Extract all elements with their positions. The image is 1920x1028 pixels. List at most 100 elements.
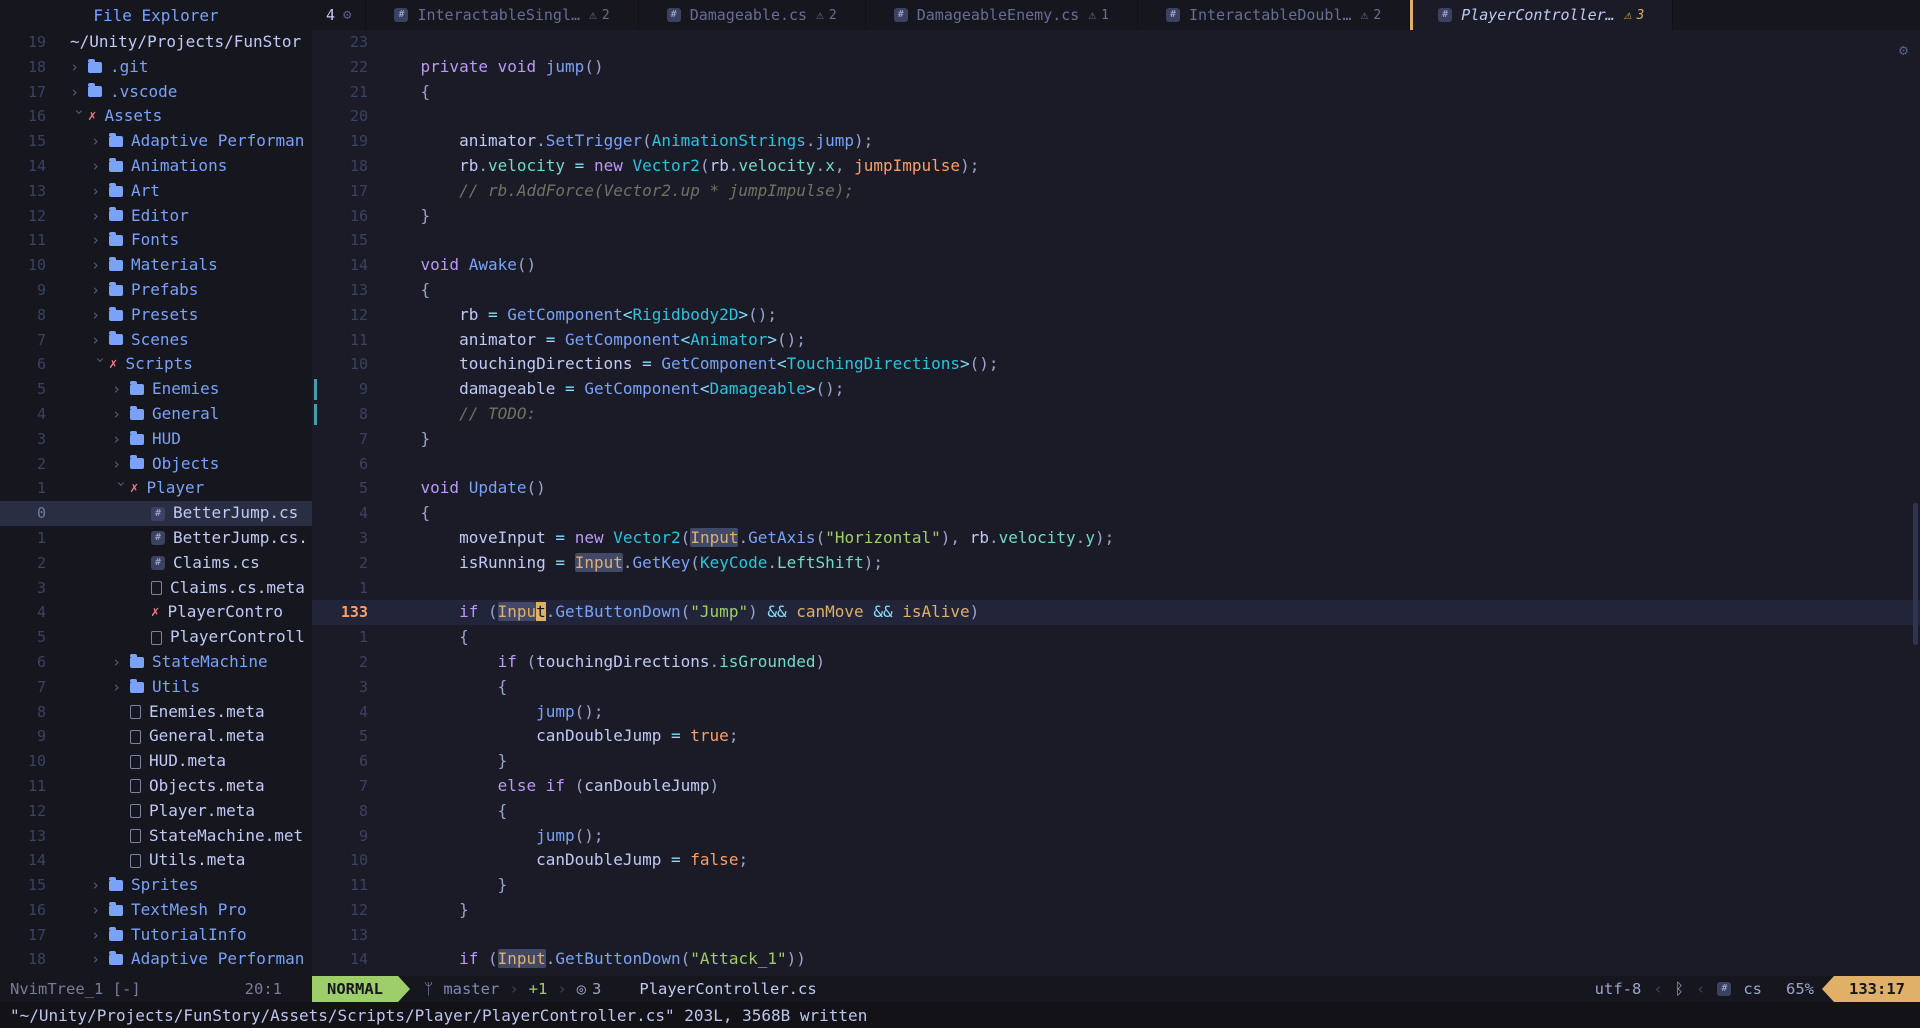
code-line[interactable]: 6 } <box>312 749 1920 774</box>
chevron-right-icon[interactable]: › <box>112 675 130 700</box>
chevron-right-icon[interactable]: › <box>91 278 109 303</box>
code-line[interactable]: 11 animator = GetComponent<Animator>(); <box>312 328 1920 353</box>
tree-item-textmesh-pro[interactable]: 16›TextMesh Pro <box>0 898 312 923</box>
code-line[interactable]: 21 { <box>312 80 1920 105</box>
chevron-down-icon[interactable]: › <box>88 356 113 374</box>
code-line[interactable]: 2 if (touchingDirections.isGrounded) <box>312 650 1920 675</box>
code-line[interactable]: 9 damageable = GetComponent<Damageable>(… <box>312 377 1920 402</box>
code-line[interactable]: 14 if (Input.GetButtonDown("Attack_1")) <box>312 947 1920 972</box>
chevron-right-icon[interactable]: › <box>91 328 109 353</box>
code-line[interactable]: 133 if (Input.GetButtonDown("Jump") && c… <box>312 600 1920 625</box>
code-line[interactable]: 5 canDoubleJump = true; <box>312 724 1920 749</box>
code-line[interactable]: 15 <box>312 228 1920 253</box>
tree-item-presets[interactable]: 8›Presets <box>0 303 312 328</box>
code-line[interactable]: 13 { <box>312 278 1920 303</box>
chevron-right-icon[interactable]: › <box>91 179 109 204</box>
settings-gear-icon[interactable]: ⚙ <box>1899 38 1908 63</box>
tree-item-enemies-meta[interactable]: 8 Enemies.meta <box>0 700 312 725</box>
tab-damageable-cs[interactable]: #Damageable.cs⚠2 <box>639 0 866 30</box>
code-line[interactable]: 12 rb = GetComponent<Rigidbody2D>(); <box>312 303 1920 328</box>
code-line[interactable]: 3 moveInput = new Vector2(Input.GetAxis(… <box>312 526 1920 551</box>
code-line[interactable]: 7 else if (canDoubleJump) <box>312 774 1920 799</box>
tree-item-playercontro[interactable]: 4 ✗PlayerContro <box>0 600 312 625</box>
code-line[interactable]: 1 <box>312 576 1920 601</box>
tree-item-vscode[interactable]: 17›.vscode <box>0 80 312 105</box>
chevron-right-icon[interactable]: › <box>112 402 130 427</box>
tree-item-hud[interactable]: 3›HUD <box>0 427 312 452</box>
tree-item-adaptive-performan[interactable]: 15›Adaptive Performan <box>0 129 312 154</box>
tree-item-betterjump-cs[interactable]: 1 #BetterJump.cs. <box>0 526 312 551</box>
code-line[interactable]: 4 jump(); <box>312 700 1920 725</box>
code-line[interactable]: 11 } <box>312 873 1920 898</box>
code-line[interactable]: 8 // TODO: <box>312 402 1920 427</box>
tree-item-materials[interactable]: 10›Materials <box>0 253 312 278</box>
tree-item-prefabs[interactable]: 9›Prefabs <box>0 278 312 303</box>
chevron-down-icon[interactable]: › <box>109 480 134 498</box>
chevron-right-icon[interactable]: › <box>91 873 109 898</box>
tree-item-claims-cs[interactable]: 2 #Claims.cs <box>0 551 312 576</box>
code-line[interactable]: 10 touchingDirections = GetComponent<Tou… <box>312 352 1920 377</box>
code-line[interactable]: 19 animator.SetTrigger(AnimationStrings.… <box>312 129 1920 154</box>
code-line[interactable]: 2 isRunning = Input.GetKey(KeyCode.LeftS… <box>312 551 1920 576</box>
tree-item-objects[interactable]: 2›Objects <box>0 452 312 477</box>
code-line[interactable]: 5 void Update() <box>312 476 1920 501</box>
tree-item-assets[interactable]: 16›✗Assets <box>0 104 312 129</box>
tree-item-scripts[interactable]: 6›✗Scripts <box>0 352 312 377</box>
code-line[interactable]: 17 // rb.AddForce(Vector2.up * jumpImpul… <box>312 179 1920 204</box>
chevron-right-icon[interactable]: › <box>112 427 130 452</box>
tree-item-hud-meta[interactable]: 10 HUD.meta <box>0 749 312 774</box>
chevron-right-icon[interactable]: › <box>112 452 130 477</box>
code-line[interactable]: 9 jump(); <box>312 824 1920 849</box>
chevron-down-icon[interactable]: › <box>67 108 92 126</box>
chevron-right-icon[interactable]: › <box>91 253 109 278</box>
tree-item-utils-meta[interactable]: 14 Utils.meta <box>0 848 312 873</box>
chevron-right-icon[interactable]: › <box>91 303 109 328</box>
chevron-right-icon[interactable]: › <box>112 650 130 675</box>
tree-item-enemies[interactable]: 5›Enemies <box>0 377 312 402</box>
code-line[interactable]: 1 { <box>312 625 1920 650</box>
code-line[interactable]: 8 { <box>312 799 1920 824</box>
code-line[interactable]: 18 rb.velocity = new Vector2(rb.velocity… <box>312 154 1920 179</box>
tree-item-editor[interactable]: 12›Editor <box>0 204 312 229</box>
tree-item-general[interactable]: 4›General <box>0 402 312 427</box>
chevron-right-icon[interactable]: › <box>91 228 109 253</box>
tree-item-tutorialinfo[interactable]: 17›TutorialInfo <box>0 923 312 948</box>
code-line[interactable]: 4 { <box>312 501 1920 526</box>
tree-item-player-meta[interactable]: 12 Player.meta <box>0 799 312 824</box>
tab-playercontroller[interactable]: #PlayerController…⚠3 <box>1410 0 1673 30</box>
tree-item-scenes[interactable]: 7›Scenes <box>0 328 312 353</box>
tree-item-objects-meta[interactable]: 11 Objects.meta <box>0 774 312 799</box>
gear-icon[interactable]: ⚙ <box>343 7 351 23</box>
tree-item-claims-cs-meta[interactable]: 3 Claims.cs.meta <box>0 576 312 601</box>
tree-item-git[interactable]: 18›.git <box>0 55 312 80</box>
tree-item-general-meta[interactable]: 9 General.meta <box>0 724 312 749</box>
chevron-right-icon[interactable]: › <box>112 377 130 402</box>
tree-item-adaptive-performan[interactable]: 18›Adaptive Performan <box>0 947 312 972</box>
tab-damageableenemy-cs[interactable]: #DamageableEnemy.cs⚠1 <box>866 0 1138 30</box>
code-line[interactable]: 12 } <box>312 898 1920 923</box>
chevron-right-icon[interactable]: › <box>91 898 109 923</box>
code-line[interactable]: 20 <box>312 104 1920 129</box>
code-line[interactable]: 16 } <box>312 204 1920 229</box>
code-line[interactable]: 3 { <box>312 675 1920 700</box>
code-line[interactable]: 23 <box>312 30 1920 55</box>
chevron-right-icon[interactable]: › <box>91 947 109 972</box>
tree-item-utils[interactable]: 7›Utils <box>0 675 312 700</box>
tree-item-fonts[interactable]: 11›Fonts <box>0 228 312 253</box>
tab-interactablesingl[interactable]: #InteractableSingl…⚠2 <box>366 0 638 30</box>
chevron-right-icon[interactable]: › <box>91 204 109 229</box>
chevron-right-icon[interactable]: › <box>70 55 88 80</box>
scrollbar-thumb[interactable] <box>1913 503 1918 645</box>
tree-item-statemachine-met[interactable]: 13 StateMachine.met <box>0 824 312 849</box>
code-line[interactable]: 13 <box>312 923 1920 948</box>
code-line[interactable]: 6 <box>312 452 1920 477</box>
code-line[interactable]: 14 void Awake() <box>312 253 1920 278</box>
tree-item-unity-projects-funstor[interactable]: 19~/Unity/Projects/FunStor <box>0 30 312 55</box>
tree-item-player[interactable]: 1›✗Player <box>0 476 312 501</box>
code-line[interactable]: 22 private void jump() <box>312 55 1920 80</box>
code-line[interactable]: 10 canDoubleJump = false; <box>312 848 1920 873</box>
chevron-right-icon[interactable]: › <box>70 80 88 105</box>
code-line[interactable]: 7 } <box>312 427 1920 452</box>
chevron-right-icon[interactable]: › <box>91 154 109 179</box>
editor-pane[interactable]: 2322 private void jump()21 {2019 animato… <box>312 30 1920 976</box>
